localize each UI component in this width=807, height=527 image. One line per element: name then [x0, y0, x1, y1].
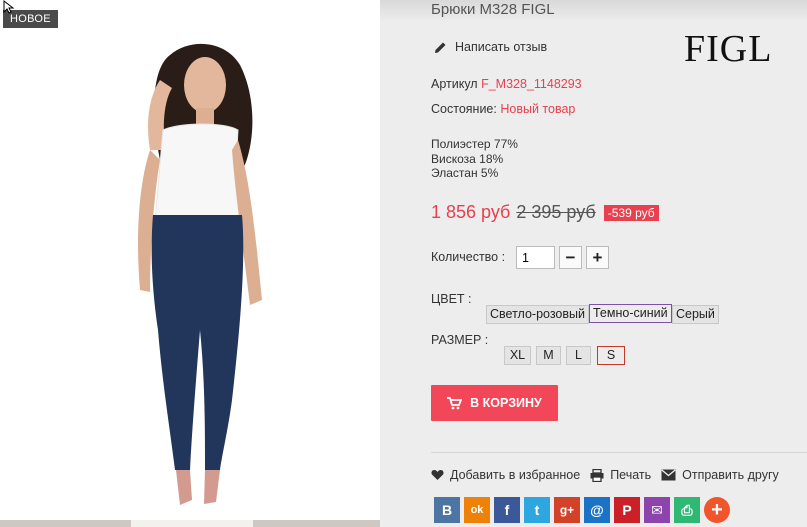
google-plus-share-icon[interactable]: g+	[554, 497, 580, 523]
mouse-cursor-icon	[3, 0, 15, 14]
size-option-l[interactable]: L	[566, 346, 591, 365]
more-share-icon[interactable]: +	[704, 497, 730, 523]
product-image-panel[interactable]: НОВОЕ	[0, 0, 380, 527]
composition-line: Вискоза 18%	[431, 151, 504, 166]
twitter-share-icon[interactable]: t	[524, 497, 550, 523]
facebook-share-icon[interactable]: f	[494, 497, 520, 523]
color-label: ЦВЕТ :	[431, 292, 472, 306]
mail-share-icon[interactable]: @	[584, 497, 610, 523]
brand-logo[interactable]: FIGL	[684, 27, 772, 71]
quantity-plus-button[interactable]: +	[586, 246, 609, 269]
sku-label: Артикул	[431, 77, 478, 91]
composition-line: Полиэстер 77%	[431, 137, 518, 151]
condition-value: Новый товар	[500, 102, 576, 116]
price-current: 1 856 руб	[431, 202, 511, 222]
pinterest-share-icon[interactable]: P	[614, 497, 640, 523]
size-option-s[interactable]: S	[597, 346, 625, 365]
send-to-friend-link[interactable]: Отправить другу	[661, 468, 779, 482]
email-share-icon[interactable]: ✉	[644, 497, 670, 523]
product-actions: Добавить в избранное Печать Отправить др…	[431, 468, 779, 482]
social-share-bar: B ok f t g+ @ P ✉ ⎙ +	[434, 497, 730, 523]
envelope-icon	[661, 469, 676, 481]
condition-row: Состояние: Новый товар	[431, 102, 575, 116]
thumbnail-active[interactable]	[131, 520, 253, 527]
quantity-input[interactable]	[516, 246, 555, 269]
write-review-link[interactable]: Написать отзыв	[434, 40, 547, 54]
sku-row: Артикул F_M328_1148293	[431, 77, 582, 91]
sku-value: F_M328_1148293	[481, 77, 582, 91]
cart-icon	[447, 396, 463, 409]
size-label: РАЗМЕР :	[431, 333, 489, 347]
wishlist-link[interactable]: Добавить в избранное	[431, 468, 580, 482]
vkontakte-share-icon[interactable]: B	[434, 497, 460, 523]
quantity-minus-button[interactable]: −	[559, 246, 582, 269]
thumbnail-strip[interactable]	[0, 520, 380, 527]
add-to-cart-label: В КОРЗИНУ	[470, 396, 542, 410]
quantity-label: Количество :	[431, 250, 506, 264]
discount-badge: -539 руб	[603, 204, 659, 221]
add-to-cart-button[interactable]: В КОРЗИНУ	[431, 385, 558, 421]
divider	[431, 452, 807, 453]
product-title: Брюки M328 FIGL	[431, 1, 555, 18]
composition-line: Эластан 5%	[431, 166, 499, 180]
product-info-panel: Брюки M328 FIGL FIGL Написать отзыв Арти…	[380, 0, 807, 527]
price-old: 2 395 руб	[516, 202, 596, 222]
price-row: 1 856 руб 2 395 руб -539 руб	[431, 202, 659, 223]
print-label: Печать	[610, 468, 652, 482]
color-option-light-pink[interactable]: Светло-розовый	[486, 305, 589, 324]
printer-icon	[590, 468, 604, 482]
print-share-icon[interactable]: ⎙	[674, 497, 700, 523]
write-review-label: Написать отзыв	[455, 40, 548, 54]
product-photo	[138, 43, 262, 505]
print-link[interactable]: Печать	[590, 468, 651, 482]
send-to-friend-label: Отправить другу	[682, 468, 779, 482]
size-option-m[interactable]: M	[536, 346, 561, 365]
condition-label: Состояние:	[431, 102, 497, 116]
size-option-xl[interactable]: XL	[504, 346, 531, 365]
composition: Полиэстер 77% Вискоза 18% Эластан 5%	[431, 137, 518, 181]
color-option-dark-blue[interactable]: Темно-синий	[589, 304, 672, 323]
wishlist-label: Добавить в избранное	[450, 468, 581, 482]
color-option-gray[interactable]: Серый	[672, 305, 719, 324]
odnoklassniki-share-icon[interactable]: ok	[464, 497, 490, 523]
pencil-icon	[435, 42, 446, 53]
heart-icon	[431, 470, 444, 480]
